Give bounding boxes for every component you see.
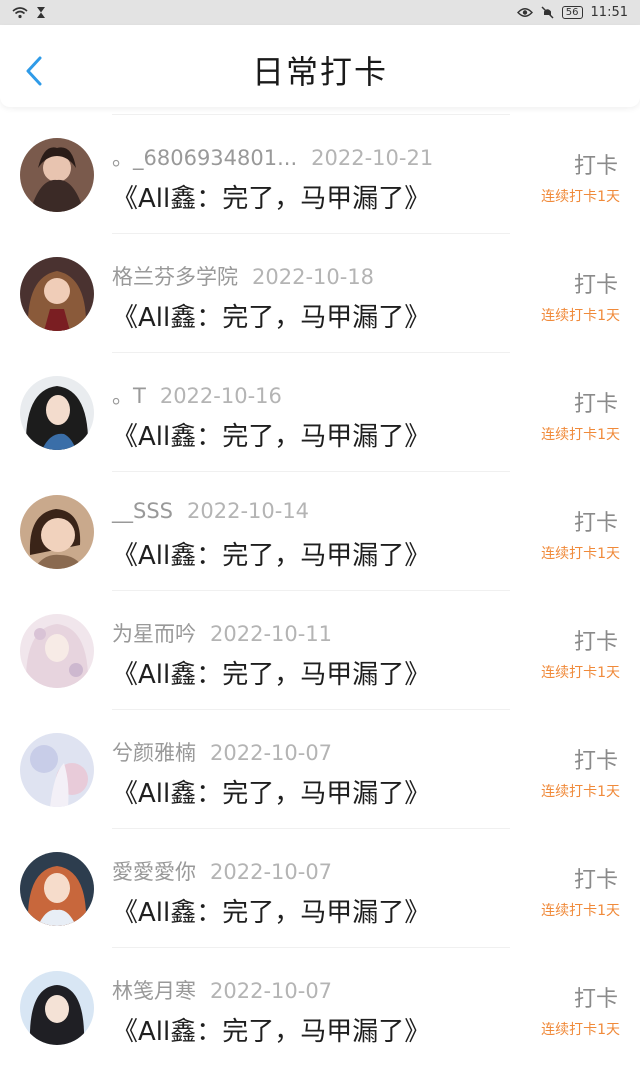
entry-meta: 。T 2022-10-16 <box>112 380 282 410</box>
username[interactable]: 为星而吟 <box>112 622 196 646</box>
entry-meta: 兮颜雅楠 2022-10-07 <box>112 737 332 767</box>
username[interactable]: 愛愛愛你 <box>112 860 196 884</box>
mute-bell-icon <box>541 6 554 19</box>
username[interactable]: 兮颜雅楠 <box>112 741 196 765</box>
entry-date: 2022-10-16 <box>159 384 282 408</box>
streak-badge: 连续打卡1天 <box>541 308 620 324</box>
divider <box>112 471 510 472</box>
username[interactable]: __SSS <box>112 499 173 523</box>
divider <box>112 352 510 353</box>
divider <box>112 233 510 234</box>
checkin-label: 打卡 <box>573 630 618 655</box>
entry-date: 2022-10-07 <box>210 860 333 884</box>
list-item[interactable]: __SSS 2022-10-14 《All鑫：完了，马甲漏了》 打卡 连续打卡1天 <box>0 471 640 590</box>
divider <box>112 828 510 829</box>
streak-badge: 连续打卡1天 <box>541 903 620 919</box>
divider <box>112 114 510 115</box>
status-right: 56 11:51 <box>516 5 628 20</box>
entry-title[interactable]: 《All鑫：完了，马甲漏了》 <box>112 654 430 691</box>
streak-badge: 连续打卡1天 <box>541 784 620 800</box>
avatar[interactable] <box>20 971 94 1045</box>
streak-badge: 连续打卡1天 <box>541 189 620 205</box>
entry-date: 2022-10-07 <box>210 741 333 765</box>
streak-badge: 连续打卡1天 <box>541 546 620 562</box>
list-item[interactable]: 。_6806934801... 2022-10-21 《All鑫：完了，马甲漏了》… <box>0 114 640 233</box>
divider <box>112 709 510 710</box>
list-item[interactable]: 愛愛愛你 2022-10-07 《All鑫：完了，马甲漏了》 打卡 连续打卡1天 <box>0 828 640 947</box>
list-item[interactable]: 。T 2022-10-16 《All鑫：完了，马甲漏了》 打卡 连续打卡1天 <box>0 352 640 471</box>
entry-meta: 为星而吟 2022-10-11 <box>112 618 332 648</box>
page-title: 日常打卡 <box>251 53 388 91</box>
username[interactable]: 。T <box>112 384 146 408</box>
status-bar: 56 11:51 <box>0 0 640 25</box>
checkin-label: 打卡 <box>573 273 618 298</box>
checkin-label: 打卡 <box>573 511 618 536</box>
streak-badge: 连续打卡1天 <box>541 1022 620 1038</box>
username[interactable]: 林笺月寒 <box>112 979 196 1003</box>
checkin-label: 打卡 <box>573 987 618 1012</box>
entry-meta: 林笺月寒 2022-10-07 <box>112 975 332 1005</box>
streak-badge: 连续打卡1天 <box>541 427 620 443</box>
entry-date: 2022-10-21 <box>311 146 434 170</box>
list-item[interactable]: 为星而吟 2022-10-11 《All鑫：完了，马甲漏了》 打卡 连续打卡1天 <box>0 590 640 709</box>
battery-indicator: 56 <box>561 6 583 19</box>
avatar[interactable] <box>20 495 94 569</box>
hourglass-icon <box>37 7 45 18</box>
entry-date: 2022-10-18 <box>252 265 375 289</box>
checkin-list: 。_6806934801... 2022-10-21 《All鑫：完了，马甲漏了》… <box>0 114 640 1066</box>
streak-badge: 连续打卡1天 <box>541 665 620 681</box>
avatar[interactable] <box>20 376 94 450</box>
entry-title[interactable]: 《All鑫：完了，马甲漏了》 <box>112 1011 430 1048</box>
entry-title[interactable]: 《All鑫：完了，马甲漏了》 <box>112 535 430 572</box>
checkin-label: 打卡 <box>573 749 618 774</box>
avatar[interactable] <box>20 852 94 926</box>
divider <box>112 590 510 591</box>
avatar[interactable] <box>20 614 94 688</box>
eye-icon <box>516 8 533 17</box>
entry-meta: 愛愛愛你 2022-10-07 <box>112 856 332 886</box>
entry-meta: __SSS 2022-10-14 <box>112 499 309 523</box>
status-left <box>12 6 46 19</box>
entry-meta: 格兰芬多学院 2022-10-18 <box>112 261 374 291</box>
entry-title[interactable]: 《All鑫：完了，马甲漏了》 <box>112 178 430 215</box>
entry-date: 2022-10-07 <box>210 979 333 1003</box>
checkin-label: 打卡 <box>573 154 618 179</box>
username[interactable]: 。_6806934801... <box>112 146 297 170</box>
checkin-label: 打卡 <box>573 392 618 417</box>
avatar[interactable] <box>20 138 94 212</box>
nav-bar: 日常打卡 <box>0 25 640 107</box>
entry-title[interactable]: 《All鑫：完了，马甲漏了》 <box>112 297 430 334</box>
list-item[interactable]: 林笺月寒 2022-10-07 《All鑫：完了，马甲漏了》 打卡 连续打卡1天 <box>0 947 640 1066</box>
avatar[interactable] <box>20 257 94 331</box>
entry-title[interactable]: 《All鑫：完了，马甲漏了》 <box>112 416 430 453</box>
wifi-icon <box>12 6 28 18</box>
avatar[interactable] <box>20 733 94 807</box>
divider <box>112 947 510 948</box>
entry-title[interactable]: 《All鑫：完了，马甲漏了》 <box>112 892 430 929</box>
entry-title[interactable]: 《All鑫：完了，马甲漏了》 <box>112 773 430 810</box>
status-time: 11:51 <box>590 5 628 20</box>
entry-date: 2022-10-14 <box>187 499 310 523</box>
list-item[interactable]: 兮颜雅楠 2022-10-07 《All鑫：完了，马甲漏了》 打卡 连续打卡1天 <box>0 709 640 828</box>
entry-meta: 。_6806934801... 2022-10-21 <box>112 142 433 172</box>
username[interactable]: 格兰芬多学院 <box>112 265 238 289</box>
list-item[interactable]: 格兰芬多学院 2022-10-18 《All鑫：完了，马甲漏了》 打卡 连续打卡1… <box>0 233 640 352</box>
entry-date: 2022-10-11 <box>210 622 333 646</box>
checkin-label: 打卡 <box>573 868 618 893</box>
